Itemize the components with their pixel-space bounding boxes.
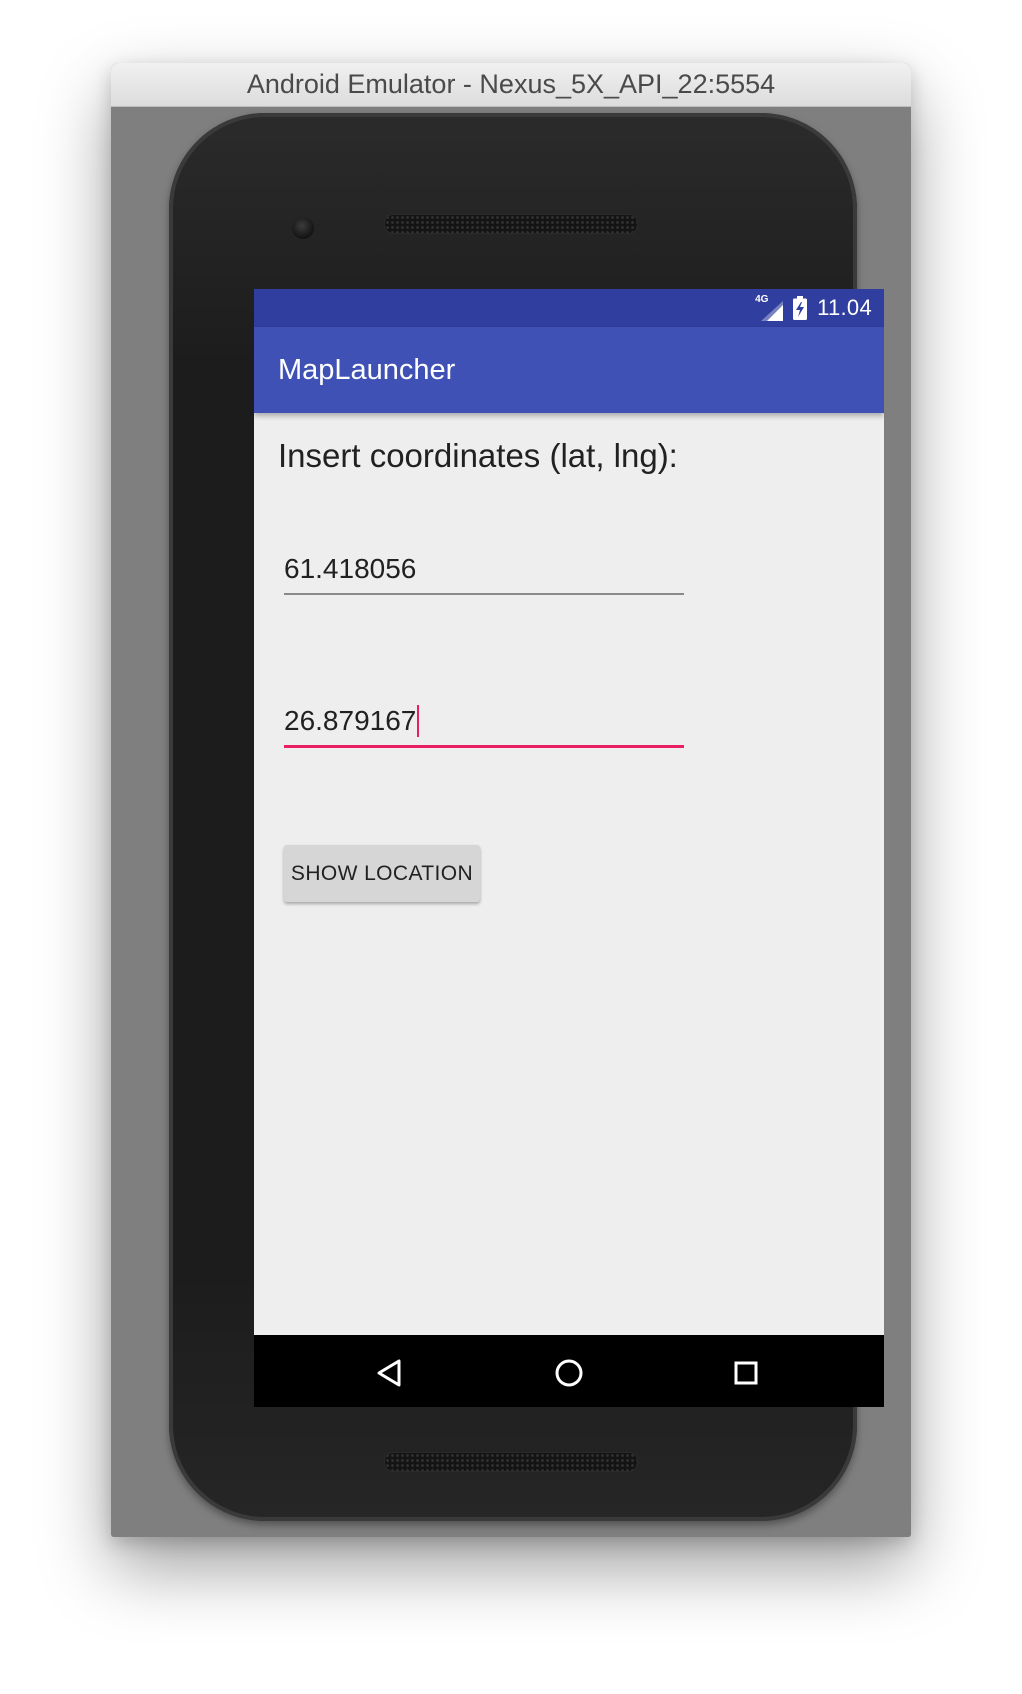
emulator-body: 4G 11.04 MapLauncher Insert coordinates … bbox=[111, 107, 911, 1537]
signal-strength-icon bbox=[761, 301, 784, 321]
recents-square-icon[interactable] bbox=[728, 1355, 764, 1391]
emulator-window: Android Emulator - Nexus_5X_API_22:5554 … bbox=[111, 63, 911, 1537]
navigation-bar bbox=[254, 1335, 884, 1407]
top-speaker-grille bbox=[384, 214, 638, 234]
longitude-value: 26.879167 bbox=[284, 705, 417, 736]
emulator-title: Android Emulator - Nexus_5X_API_22:5554 bbox=[246, 69, 776, 99]
text-cursor bbox=[417, 705, 420, 737]
emulator-title-bar[interactable]: Android Emulator - Nexus_5X_API_22:5554 bbox=[111, 63, 911, 107]
show-location-button[interactable]: SHOW LOCATION bbox=[284, 845, 480, 902]
app-title: MapLauncher bbox=[278, 353, 456, 386]
bottom-speaker-grille bbox=[384, 1452, 638, 1472]
longitude-input[interactable]: 26.879167 bbox=[284, 698, 684, 748]
coordinates-prompt: Insert coordinates (lat, lng): bbox=[278, 437, 678, 474]
show-location-label: SHOW LOCATION bbox=[290, 861, 474, 885]
front-camera bbox=[292, 217, 314, 239]
device-screen: 4G 11.04 MapLauncher Insert coordinates … bbox=[254, 289, 884, 1407]
app-bar: MapLauncher bbox=[254, 327, 884, 413]
phone-frame: 4G 11.04 MapLauncher Insert coordinates … bbox=[169, 113, 884, 1521]
status-icons: 4G 11.04 bbox=[755, 289, 872, 327]
latitude-value: 61.418056 bbox=[284, 553, 417, 584]
status-clock: 11.04 bbox=[817, 295, 872, 320]
main-content: Insert coordinates (lat, lng): 61.418056… bbox=[254, 413, 884, 1335]
latitude-input[interactable]: 61.418056 bbox=[284, 545, 684, 595]
back-triangle-icon[interactable] bbox=[371, 1355, 407, 1391]
signal-icon: 4G bbox=[755, 294, 784, 321]
battery-charging-icon bbox=[793, 296, 808, 320]
home-circle-icon[interactable] bbox=[551, 1355, 587, 1391]
status-bar: 4G 11.04 bbox=[254, 289, 884, 327]
